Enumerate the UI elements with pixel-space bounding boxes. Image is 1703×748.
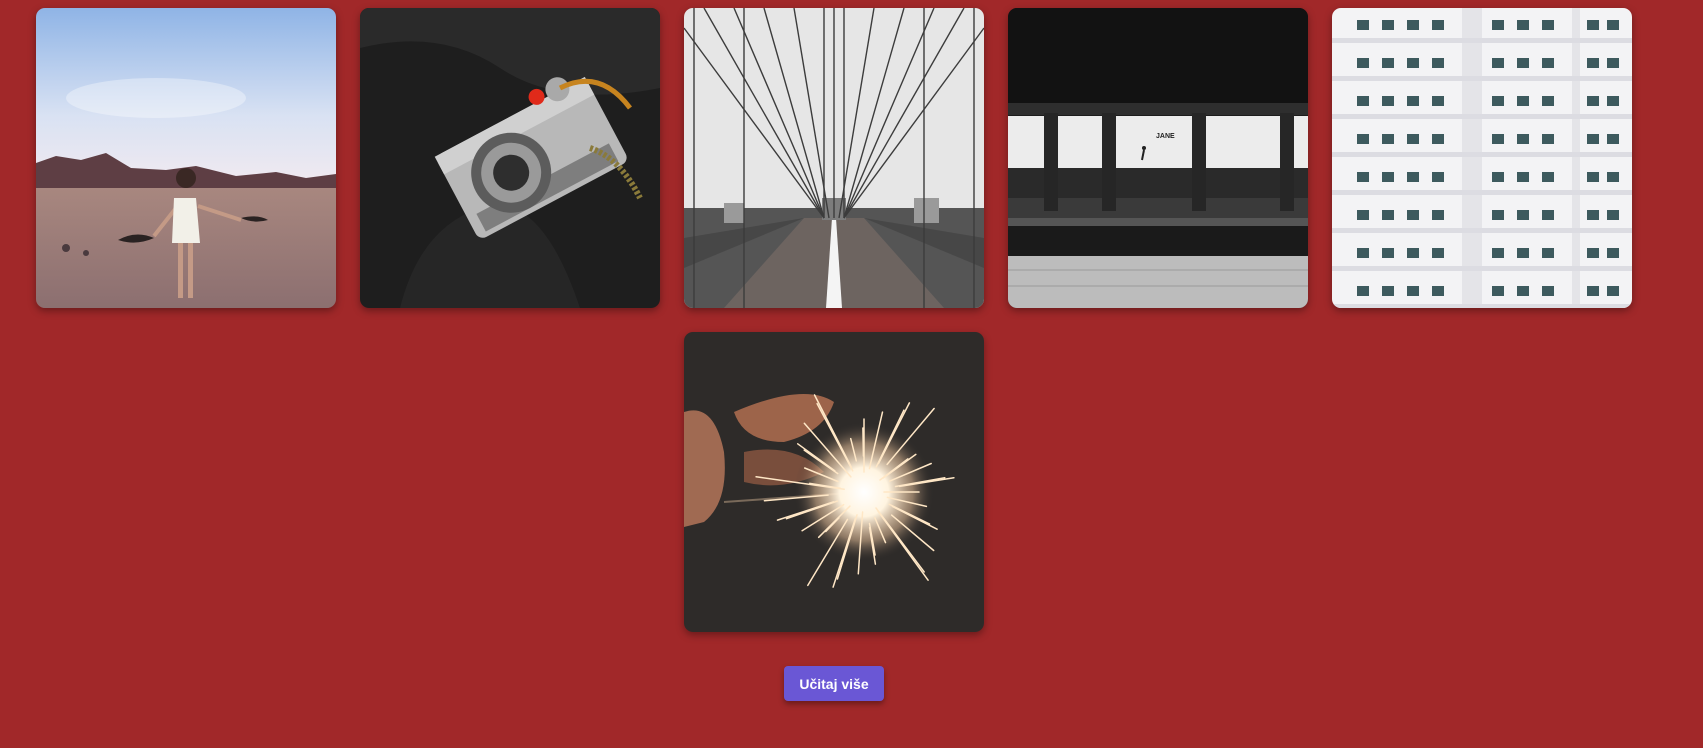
photo-desert-woman[interactable] [36,8,336,308]
bridge-image [684,8,984,308]
photo-subway[interactable]: JANE [1008,8,1308,308]
photo-gallery: JANE Učitaj više [0,0,1703,748]
building-image [1332,8,1632,308]
desert-woman-image [36,8,336,308]
subway-sign-text: JANE [1156,133,1175,140]
camera-image [360,8,660,308]
load-more-button[interactable]: Učitaj više [784,666,884,701]
photo-bridge[interactable] [684,8,984,308]
photo-building[interactable] [1332,8,1632,308]
sparkler-image [684,332,984,632]
photo-sparkler[interactable] [684,332,984,632]
subway-image: JANE [1008,8,1308,308]
photo-camera[interactable] [360,8,660,308]
